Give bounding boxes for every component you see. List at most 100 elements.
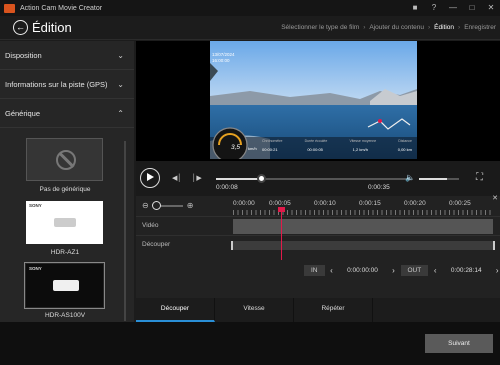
back-button[interactable]: ←	[13, 20, 28, 35]
zoom-out-icon[interactable]: ⊖	[142, 201, 149, 210]
step-back-icon[interactable]: ◀│	[172, 174, 182, 182]
step-add-content[interactable]: Ajouter du contenu	[369, 24, 424, 31]
ruler-label: 0:00:25	[449, 200, 471, 207]
section-label: Générique	[5, 108, 41, 118]
ruler-ticks	[233, 210, 493, 215]
toolbox-icon[interactable]: ■	[410, 2, 420, 13]
camera-image	[54, 218, 76, 227]
chevron-right-icon: ›	[458, 24, 461, 31]
template-hdr-az1[interactable]: SONY	[26, 201, 103, 244]
section-label: Disposition	[5, 50, 42, 60]
in-button[interactable]: IN	[304, 265, 325, 276]
panel-scrollbar[interactable]	[124, 141, 126, 321]
stat-label: Chronomètre	[262, 139, 283, 143]
ruler-label: 0:00:00	[233, 200, 255, 207]
zoom-in-icon[interactable]: ⊕	[187, 201, 194, 210]
seek-bar[interactable]	[216, 174, 410, 183]
time-ruler[interactable]: 0:00:00 0:00:05 0:00:10 0:00:15 0:00:20 …	[233, 198, 493, 216]
stat-label: Distance	[398, 139, 412, 143]
ruler-label: 0:00:20	[404, 200, 426, 207]
stat-value: 00:00:21	[262, 147, 278, 152]
volume-level	[419, 178, 447, 180]
window-controls: ■ ? — □ ✕	[410, 2, 496, 13]
stat-value: 00:00:05	[307, 147, 323, 152]
video-preview[interactable]: 13/07/2024 16:00:00 3,5 km/h Chronomètre…	[210, 41, 417, 159]
out-next-icon[interactable]: ›	[492, 266, 500, 275]
trim-range[interactable]	[231, 241, 495, 250]
trim-track: Découper	[136, 235, 500, 254]
volume-icon[interactable]: 🔈	[405, 173, 415, 182]
footer: Suivant	[0, 322, 500, 365]
brand-logo: SONY	[29, 203, 42, 208]
playhead[interactable]	[281, 210, 282, 260]
zoom-handle[interactable]	[151, 200, 161, 210]
settings-panel: Disposition ⌄ Informations sur la piste …	[0, 41, 134, 322]
ruler-label: 0:00:15	[359, 200, 381, 207]
step-breadcrumb: Sélectionner le type de film › Ajouter d…	[281, 24, 496, 31]
zoom-slider[interactable]	[151, 200, 183, 210]
seek-handle[interactable]	[256, 174, 266, 183]
volume-slider[interactable]	[419, 178, 459, 180]
section-gps-info[interactable]: Informations sur la piste (GPS) ⌄	[0, 70, 134, 99]
play-button[interactable]	[140, 168, 160, 188]
date-overlay: 13/07/2024	[212, 52, 235, 57]
out-prev-icon[interactable]: ‹	[430, 266, 440, 275]
tab-bar-filler	[373, 298, 500, 322]
tab-trim[interactable]: Découper	[136, 298, 215, 322]
playback-controls: ◀│ │▶ 0:00:08 0:00:35 🔈 ⛶	[136, 161, 500, 196]
section-disposition[interactable]: Disposition ⌄	[0, 41, 134, 70]
next-button[interactable]: Suivant	[425, 334, 493, 353]
template-hdr-as100v[interactable]: SONY	[24, 262, 105, 309]
seek-progress	[216, 178, 261, 180]
in-time: 0:00:00:00	[347, 267, 378, 274]
section-label: Informations sur la piste (GPS)	[5, 79, 108, 89]
zoom-control: ⊖ ⊕	[142, 200, 194, 210]
stat-value: 1,2 km/h	[352, 147, 368, 152]
speed-unit: km/h	[248, 146, 257, 151]
timeline: ⊖ ⊕ 0:00:00 0:00:05 0:00:10 0:00:15 0:00…	[136, 194, 500, 298]
chevron-right-icon: ›	[427, 24, 431, 31]
template-caption: HDR-AZ1	[50, 249, 80, 256]
template-none[interactable]	[26, 138, 103, 181]
tab-speed[interactable]: Vitesse	[215, 298, 294, 322]
section-credits[interactable]: Générique ⌃	[0, 99, 134, 128]
step-save[interactable]: Enregistrer	[464, 24, 496, 31]
out-time: 0:00:28:14	[450, 267, 482, 274]
header: ← Édition Sélectionner le type de film ›…	[0, 16, 500, 40]
trim-controls: IN ‹ 0:00:00:00 › OUT ‹ 0:00:28:14 ›	[304, 265, 500, 276]
stat-value: 0,00 km	[397, 147, 412, 152]
track-label: Vidéo	[142, 222, 159, 229]
ruler-label: 0:00:05	[269, 200, 291, 207]
stat-label: Durée écoulée	[304, 139, 328, 143]
in-next-icon[interactable]: ›	[389, 266, 399, 275]
title-bar: Action Cam Movie Creator ■ ? — □ ✕	[0, 0, 500, 16]
speed-value: 3,5	[231, 144, 241, 151]
ruler-label: 0:00:10	[314, 200, 336, 207]
step-forward-icon[interactable]: │▶	[192, 174, 202, 182]
app-title: Action Cam Movie Creator	[20, 4, 103, 12]
close-button[interactable]: ✕	[486, 2, 496, 13]
app-window: Action Cam Movie Creator ■ ? — □ ✕ ← Édi…	[0, 0, 500, 365]
chevron-down-icon: ⌄	[117, 51, 124, 60]
minimize-button[interactable]: —	[448, 2, 458, 13]
chevron-right-icon: ›	[363, 24, 366, 31]
chevron-up-icon: ⌃	[117, 109, 124, 118]
fullscreen-icon[interactable]: ⛶	[476, 172, 483, 183]
maximize-button[interactable]: □	[467, 2, 477, 13]
help-icon[interactable]: ?	[429, 2, 439, 13]
close-icon[interactable]: ✕	[492, 194, 498, 202]
video-track: Vidéo	[136, 216, 500, 235]
stats-values: 00:00:21 00:00:05 1,2 km/h 0,00 km	[262, 147, 412, 152]
time-overlay: 16:00:00	[212, 58, 230, 63]
out-button[interactable]: OUT	[400, 265, 429, 276]
current-time: 0:00:08	[216, 184, 238, 191]
tab-repeat[interactable]: Répéter	[294, 298, 373, 322]
no-entry-icon	[56, 150, 76, 170]
video-clip[interactable]	[233, 219, 493, 234]
step-edit[interactable]: Édition	[434, 24, 454, 31]
template-caption: Pas de générique	[39, 186, 91, 193]
total-time: 0:00:35	[368, 184, 390, 191]
in-prev-icon[interactable]: ‹	[327, 266, 337, 275]
step-select-type[interactable]: Sélectionner le type de film	[281, 24, 359, 31]
edit-tabs: Découper Vitesse Répéter	[136, 298, 500, 322]
